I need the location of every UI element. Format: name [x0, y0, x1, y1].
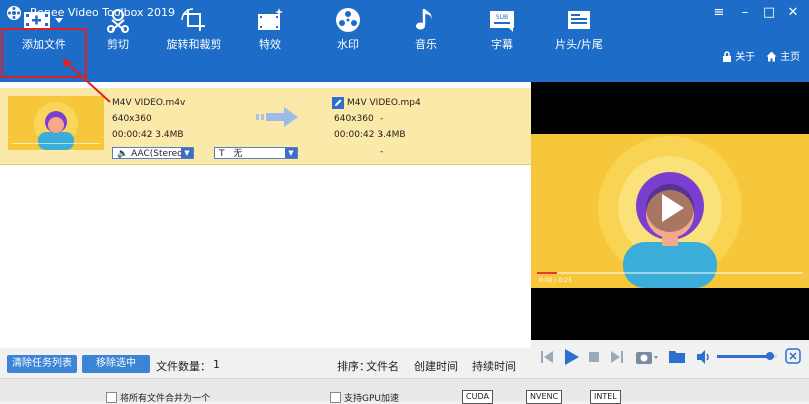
- gpu-accel-label: 支持GPU加速: [344, 394, 399, 404]
- clear-task-list-button[interactable]: 清除任务列表: [7, 355, 77, 373]
- output-audio-placeholder: -: [380, 147, 384, 157]
- home-label: 主页: [780, 52, 801, 63]
- fullscreen-icon[interactable]: [785, 348, 801, 364]
- intel-badge: INTEL: [590, 390, 621, 404]
- output-duration-size: 00:00:42 3.4MB: [334, 130, 406, 140]
- camera-icon[interactable]: [635, 349, 659, 365]
- chevron-down-icon: ▼: [181, 148, 193, 158]
- volume-slider[interactable]: [717, 352, 777, 360]
- toolbar-item-label: 剪切: [107, 38, 129, 51]
- folder-icon[interactable]: [669, 349, 685, 363]
- effects-button[interactable]: 特效: [248, 0, 292, 56]
- watermark-icon: [333, 6, 363, 34]
- sort-by-created[interactable]: 创建时间: [414, 358, 458, 374]
- toolbar-item-label: 特效: [259, 38, 281, 51]
- subtitle-prefix: T: [219, 149, 225, 159]
- next-icon[interactable]: [611, 350, 623, 364]
- about-link[interactable]: 关于: [722, 48, 755, 63]
- output-file-name: M4V VIDEO.mp4: [347, 98, 421, 108]
- volume-knob[interactable]: [765, 352, 774, 360]
- nvenc-badge: NVENC: [526, 390, 563, 404]
- rotate-crop-button[interactable]: 旋转和裁剪: [160, 0, 228, 56]
- source-resolution: 640x360: [112, 114, 152, 124]
- file-list: M4V VIDEO.m4v 640x360 00:00:42 3.4MB M4V…: [0, 58, 531, 348]
- svg-text:SUB: SUB: [496, 14, 508, 21]
- add-file-highlight: [1, 28, 87, 78]
- toolbar-item-label: 旋转和裁剪: [166, 38, 222, 51]
- output-resolution: 640x360: [334, 114, 374, 124]
- subtitle-value: 无: [233, 149, 243, 159]
- video-preview[interactable]: 0:00 / 0:23: [531, 82, 809, 340]
- output-size-dash: -: [380, 130, 384, 140]
- audio-track-select[interactable]: 🔈 AAC(Stereo 4 ▼: [112, 147, 194, 159]
- minimize-button[interactable]: –: [736, 4, 754, 22]
- merge-files-checkbox[interactable]: [106, 392, 117, 403]
- subtitle-button[interactable]: SUB 字幕: [480, 0, 524, 56]
- close-button[interactable]: ✕: [784, 4, 802, 22]
- chevron-down-icon: ▼: [285, 148, 297, 158]
- output-res-dash: -: [380, 114, 384, 124]
- subtitle-select[interactable]: T 无 ▼: [214, 147, 298, 159]
- watermark-button[interactable]: 水印: [326, 0, 370, 56]
- preview-time-display: 0:00 / 0:23: [539, 277, 572, 284]
- cuda-badge: CUDA: [462, 390, 493, 404]
- menu-icon[interactable]: ≡: [710, 4, 728, 22]
- speaker-icon: 🔈: [117, 149, 129, 159]
- toolbar-item-label: 字幕: [491, 38, 513, 51]
- intro-outro-icon: [564, 6, 594, 34]
- music-icon: [411, 6, 441, 34]
- gpu-accel-checkbox[interactable]: [330, 392, 341, 403]
- volume-icon[interactable]: [697, 350, 711, 364]
- lock-icon: [722, 51, 732, 62]
- toolbar-item-label: 片头/片尾: [555, 38, 603, 51]
- about-label: 关于: [735, 52, 756, 63]
- merge-files-label: 将所有文件合并为一个: [120, 394, 211, 404]
- file-count-label: 文件数量：: [156, 360, 211, 373]
- source-duration-size: 00:00:42 3.4MB: [112, 130, 184, 140]
- source-file-name: M4V VIDEO.m4v: [112, 98, 186, 108]
- home-icon: [766, 51, 777, 62]
- subtitle-icon: SUB: [487, 6, 517, 34]
- effects-icon: [255, 6, 285, 34]
- crop-rotate-icon: [179, 6, 209, 34]
- maximize-button[interactable]: □: [760, 4, 778, 22]
- stop-icon[interactable]: [589, 352, 599, 362]
- cut-button[interactable]: 剪切: [96, 0, 140, 56]
- remove-selected-button[interactable]: 移除选中: [82, 355, 150, 373]
- convert-arrow-icon: [256, 106, 300, 128]
- toolbar-item-label: 音乐: [415, 38, 437, 51]
- previous-icon[interactable]: [541, 350, 553, 364]
- music-button[interactable]: 音乐: [404, 0, 448, 56]
- edit-output-icon[interactable]: [332, 97, 344, 109]
- file-count-value: 1: [213, 358, 220, 371]
- intro-outro-button[interactable]: 片头/片尾: [546, 0, 612, 56]
- volume-fill: [717, 355, 770, 358]
- player-controls: [531, 340, 809, 378]
- sort-by-name[interactable]: 文件名: [366, 358, 399, 374]
- home-link[interactable]: 主页: [766, 48, 800, 63]
- scissors-icon: [103, 6, 133, 34]
- toolbar-item-label: 水印: [337, 38, 359, 51]
- sort-by-duration[interactable]: 持续时间: [472, 358, 516, 374]
- play-icon[interactable]: [564, 348, 580, 366]
